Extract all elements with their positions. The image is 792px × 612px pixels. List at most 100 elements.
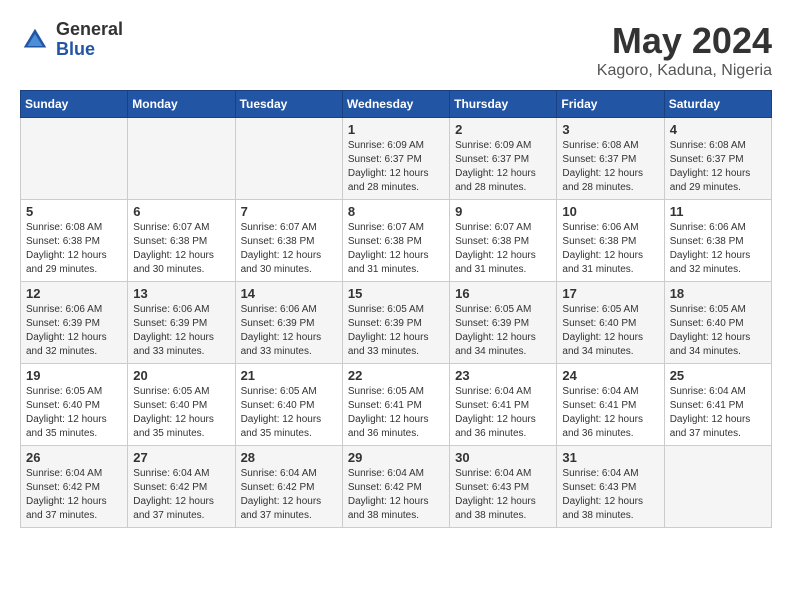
calendar-week-1: 1 Sunrise: 6:09 AM Sunset: 6:37 PM Daylig… xyxy=(21,118,772,200)
day-info: Sunrise: 6:04 AM Sunset: 6:43 PM Dayligh… xyxy=(562,467,658,523)
day-info: Sunrise: 6:08 AM Sunset: 6:38 PM Dayligh… xyxy=(26,221,122,277)
day-number: 15 xyxy=(348,286,444,301)
day-info: Sunrise: 6:08 AM Sunset: 6:37 PM Dayligh… xyxy=(670,139,766,195)
calendar-cell: 16 Sunrise: 6:05 AM Sunset: 6:39 PM Dayli… xyxy=(450,282,557,364)
day-info: Sunrise: 6:04 AM Sunset: 6:42 PM Dayligh… xyxy=(348,467,444,523)
day-number: 4 xyxy=(670,122,766,137)
day-number: 26 xyxy=(26,450,122,465)
day-number: 21 xyxy=(241,368,337,383)
day-info: Sunrise: 6:05 AM Sunset: 6:40 PM Dayligh… xyxy=(133,385,229,441)
day-info: Sunrise: 6:04 AM Sunset: 6:42 PM Dayligh… xyxy=(241,467,337,523)
calendar-cell: 7 Sunrise: 6:07 AM Sunset: 6:38 PM Daylig… xyxy=(235,200,342,282)
logo-general: General xyxy=(56,20,123,40)
weekday-header-sunday: Sunday xyxy=(21,91,128,118)
calendar-cell: 19Sunrise: 6:05 AM Sunset: 6:40 PM Dayli… xyxy=(21,364,128,446)
calendar-cell xyxy=(21,118,128,200)
logo-icon xyxy=(20,25,50,55)
day-number: 1 xyxy=(348,122,444,137)
day-info: Sunrise: 6:09 AM Sunset: 6:37 PM Dayligh… xyxy=(348,139,444,195)
day-info: Sunrise: 6:07 AM Sunset: 6:38 PM Dayligh… xyxy=(241,221,337,277)
day-info: Sunrise: 6:06 AM Sunset: 6:38 PM Dayligh… xyxy=(670,221,766,277)
day-number: 14 xyxy=(241,286,337,301)
calendar-cell: 11 Sunrise: 6:06 AM Sunset: 6:38 PM Dayli… xyxy=(664,200,771,282)
calendar-cell xyxy=(128,118,235,200)
day-info: Sunrise: 6:05 AM Sunset: 6:40 PM Dayligh… xyxy=(241,385,337,441)
day-info: Sunrise: 6:04 AM Sunset: 6:41 PM Dayligh… xyxy=(455,385,551,441)
day-number: 27 xyxy=(133,450,229,465)
calendar-cell xyxy=(664,446,771,528)
calendar-cell: 28 Sunrise: 6:04 AM Sunset: 6:42 PM Dayli… xyxy=(235,446,342,528)
calendar-cell: 29Sunrise: 6:04 AM Sunset: 6:42 PM Dayli… xyxy=(342,446,449,528)
calendar-cell: 5 Sunrise: 6:08 AM Sunset: 6:38 PM Daylig… xyxy=(21,200,128,282)
logo: General Blue xyxy=(20,20,123,60)
day-info: Sunrise: 6:09 AM Sunset: 6:37 PM Dayligh… xyxy=(455,139,551,195)
title-block: May 2024 Kagoro, Kaduna, Nigeria xyxy=(597,20,772,80)
calendar-cell: 2 Sunrise: 6:09 AM Sunset: 6:37 PM Daylig… xyxy=(450,118,557,200)
day-number: 5 xyxy=(26,204,122,219)
calendar-week-2: 5 Sunrise: 6:08 AM Sunset: 6:38 PM Daylig… xyxy=(21,200,772,282)
day-info: Sunrise: 6:05 AM Sunset: 6:39 PM Dayligh… xyxy=(455,303,551,359)
logo-blue: Blue xyxy=(56,40,123,60)
day-info: Sunrise: 6:04 AM Sunset: 6:42 PM Dayligh… xyxy=(133,467,229,523)
day-number: 8 xyxy=(348,204,444,219)
calendar-cell: 23 Sunrise: 6:04 AM Sunset: 6:41 PM Dayli… xyxy=(450,364,557,446)
day-number: 7 xyxy=(241,204,337,219)
day-number: 10 xyxy=(562,204,658,219)
day-number: 20 xyxy=(133,368,229,383)
calendar-cell: 13Sunrise: 6:06 AM Sunset: 6:39 PM Dayli… xyxy=(128,282,235,364)
calendar-week-3: 12 Sunrise: 6:06 AM Sunset: 6:39 PM Dayli… xyxy=(21,282,772,364)
day-info: Sunrise: 6:07 AM Sunset: 6:38 PM Dayligh… xyxy=(348,221,444,277)
day-info: Sunrise: 6:04 AM Sunset: 6:43 PM Dayligh… xyxy=(455,467,551,523)
day-info: Sunrise: 6:04 AM Sunset: 6:41 PM Dayligh… xyxy=(562,385,658,441)
weekday-header-wednesday: Wednesday xyxy=(342,91,449,118)
day-number: 2 xyxy=(455,122,551,137)
day-number: 6 xyxy=(133,204,229,219)
calendar-cell: 12 Sunrise: 6:06 AM Sunset: 6:39 PM Dayli… xyxy=(21,282,128,364)
day-number: 31 xyxy=(562,450,658,465)
day-info: Sunrise: 6:06 AM Sunset: 6:39 PM Dayligh… xyxy=(133,303,229,359)
calendar-week-5: 26 Sunrise: 6:04 AM Sunset: 6:42 PM Dayli… xyxy=(21,446,772,528)
day-info: Sunrise: 6:06 AM Sunset: 6:39 PM Dayligh… xyxy=(241,303,337,359)
calendar-cell: 18Sunrise: 6:05 AM Sunset: 6:40 PM Dayli… xyxy=(664,282,771,364)
weekday-header-monday: Monday xyxy=(128,91,235,118)
calendar-cell: 31 Sunrise: 6:04 AM Sunset: 6:43 PM Dayli… xyxy=(557,446,664,528)
location: Kagoro, Kaduna, Nigeria xyxy=(597,62,772,80)
day-info: Sunrise: 6:05 AM Sunset: 6:39 PM Dayligh… xyxy=(348,303,444,359)
day-number: 12 xyxy=(26,286,122,301)
day-info: Sunrise: 6:05 AM Sunset: 6:41 PM Dayligh… xyxy=(348,385,444,441)
day-number: 28 xyxy=(241,450,337,465)
day-info: Sunrise: 6:05 AM Sunset: 6:40 PM Dayligh… xyxy=(562,303,658,359)
day-number: 11 xyxy=(670,204,766,219)
calendar-cell: 3 Sunrise: 6:08 AM Sunset: 6:37 PM Daylig… xyxy=(557,118,664,200)
calendar-cell: 27 Sunrise: 6:04 AM Sunset: 6:42 PM Dayli… xyxy=(128,446,235,528)
day-info: Sunrise: 6:06 AM Sunset: 6:39 PM Dayligh… xyxy=(26,303,122,359)
calendar-cell xyxy=(235,118,342,200)
day-number: 17 xyxy=(562,286,658,301)
weekday-header-thursday: Thursday xyxy=(450,91,557,118)
weekday-header-saturday: Saturday xyxy=(664,91,771,118)
day-info: Sunrise: 6:08 AM Sunset: 6:37 PM Dayligh… xyxy=(562,139,658,195)
day-info: Sunrise: 6:05 AM Sunset: 6:40 PM Dayligh… xyxy=(26,385,122,441)
weekday-header-row: SundayMondayTuesdayWednesdayThursdayFrid… xyxy=(21,91,772,118)
day-number: 3 xyxy=(562,122,658,137)
day-info: Sunrise: 6:07 AM Sunset: 6:38 PM Dayligh… xyxy=(455,221,551,277)
calendar-cell: 9 Sunrise: 6:07 AM Sunset: 6:38 PM Daylig… xyxy=(450,200,557,282)
calendar-week-4: 19Sunrise: 6:05 AM Sunset: 6:40 PM Dayli… xyxy=(21,364,772,446)
calendar-cell: 4 Sunrise: 6:08 AM Sunset: 6:37 PM Daylig… xyxy=(664,118,771,200)
calendar-cell: 22Sunrise: 6:05 AM Sunset: 6:41 PM Dayli… xyxy=(342,364,449,446)
calendar-table: SundayMondayTuesdayWednesdayThursdayFrid… xyxy=(20,90,772,528)
day-number: 9 xyxy=(455,204,551,219)
calendar-cell: 15 Sunrise: 6:05 AM Sunset: 6:39 PM Dayli… xyxy=(342,282,449,364)
day-number: 16 xyxy=(455,286,551,301)
page-header: General Blue May 2024 Kagoro, Kaduna, Ni… xyxy=(20,20,772,80)
day-number: 25 xyxy=(670,368,766,383)
calendar-cell: 14 Sunrise: 6:06 AM Sunset: 6:39 PM Dayli… xyxy=(235,282,342,364)
calendar-cell: 24Sunrise: 6:04 AM Sunset: 6:41 PM Dayli… xyxy=(557,364,664,446)
day-info: Sunrise: 6:04 AM Sunset: 6:42 PM Dayligh… xyxy=(26,467,122,523)
weekday-header-friday: Friday xyxy=(557,91,664,118)
day-number: 18 xyxy=(670,286,766,301)
day-number: 23 xyxy=(455,368,551,383)
calendar-cell: 20 Sunrise: 6:05 AM Sunset: 6:40 PM Dayli… xyxy=(128,364,235,446)
day-info: Sunrise: 6:07 AM Sunset: 6:38 PM Dayligh… xyxy=(133,221,229,277)
month-title: May 2024 xyxy=(597,20,772,62)
